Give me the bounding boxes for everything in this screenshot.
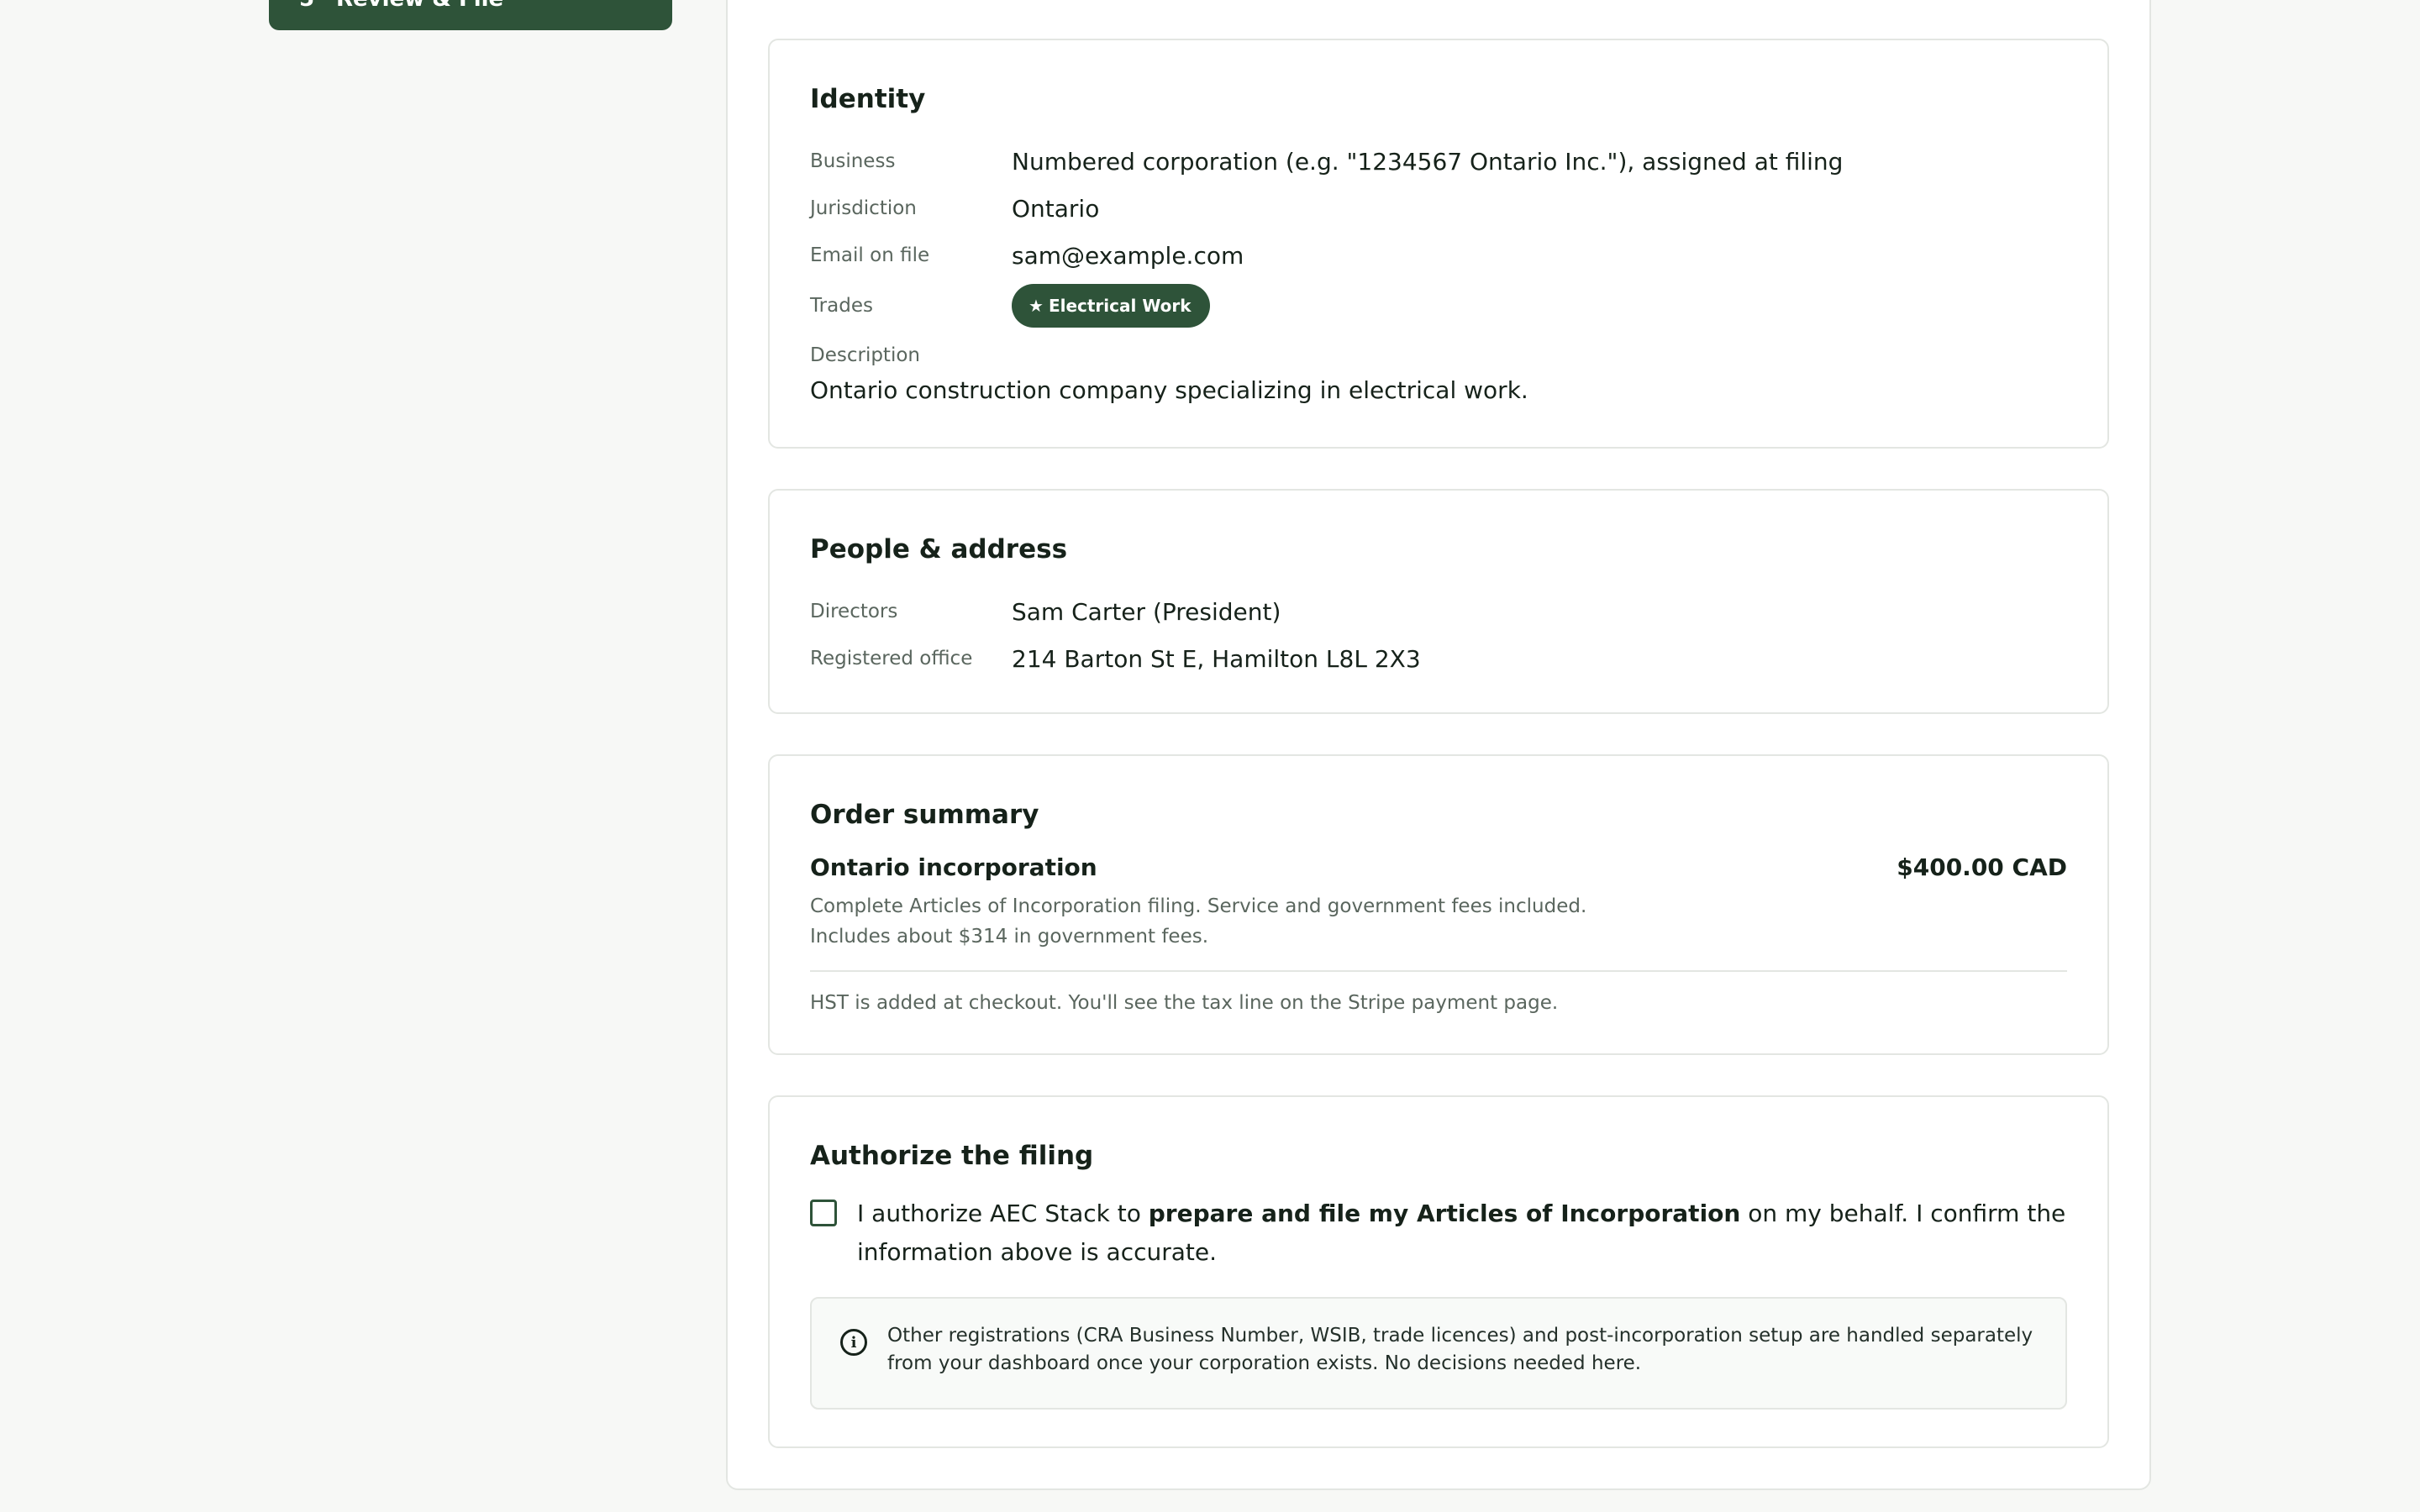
info-icon: i xyxy=(840,1329,867,1357)
order-title: Order summary xyxy=(810,800,1039,830)
identity-title: Identity xyxy=(810,84,926,114)
email-value: sam@example.com xyxy=(1012,241,1244,270)
authorize-title: Authorize the filing xyxy=(810,1141,1094,1171)
jurisdiction-value: Ontario xyxy=(1012,194,1100,223)
authorize-card: Authorize the filing I authorize AEC Sta… xyxy=(768,1095,2109,1448)
business-label: Business xyxy=(810,150,896,173)
order-item-price: $400.00 CAD xyxy=(1897,853,2067,882)
info-text: Other registrations (CRA Business Number… xyxy=(887,1325,2033,1375)
star-icon: ★ xyxy=(1028,296,1044,317)
info-box: i Other registrations (CRA Business Numb… xyxy=(810,1297,2067,1410)
registered-office-row: Registered office 214 Barton St E, Hamil… xyxy=(810,635,2067,682)
stepper-step-review-file[interactable]: 5 Review & File xyxy=(269,0,672,30)
jurisdiction-label: Jurisdiction xyxy=(810,197,917,220)
trade-pill-label: Electrical Work xyxy=(1048,296,1192,317)
directors-label: Directors xyxy=(810,601,898,623)
email-label: Email on file xyxy=(810,244,930,267)
directors-row: Directors Sam Carter (President) xyxy=(810,588,2067,635)
people-address-card: People & address Directors Sam Carter (P… xyxy=(768,489,2109,714)
directors-value: Sam Carter (President) xyxy=(1012,597,1281,626)
order-desc-line-2: Includes about $314 in government fees. xyxy=(810,926,1209,948)
registered-office-label: Registered office xyxy=(810,648,973,670)
order-line: Ontario incorporation $400.00 CAD xyxy=(810,853,2067,881)
authorize-text-bold: prepare and file my Articles of Incorpor… xyxy=(1148,1200,1741,1228)
order-desc-line-1: Complete Articles of Incorporation filin… xyxy=(810,895,1587,918)
trade-pill-electrical-work: ★ Electrical Work xyxy=(1012,284,1210,328)
email-row: Email on file sam@example.com xyxy=(810,232,2067,279)
description-value: Ontario construction company specializin… xyxy=(810,376,1528,405)
step-number: 5 xyxy=(299,0,324,12)
order-item-description: Complete Articles of Incorporation filin… xyxy=(810,891,2067,952)
identity-card: Identity Business Numbered corporation (… xyxy=(768,39,2109,449)
trades-row: Trades ★ Electrical Work xyxy=(810,279,2067,333)
trades-label: Trades xyxy=(810,295,873,318)
jurisdiction-row: Jurisdiction Ontario xyxy=(810,185,2067,232)
order-summary-card: Order summary Ontario incorporation $400… xyxy=(768,754,2109,1055)
page: 5 Review & File Identity Business Number… xyxy=(0,0,2420,1512)
order-divider xyxy=(810,970,2067,973)
authorize-text[interactable]: I authorize AEC Stack to prepare and fil… xyxy=(857,1194,2067,1272)
business-row: Business Numbered corporation (e.g. "123… xyxy=(810,138,2067,185)
tax-note: HST is added at checkout. You'll see the… xyxy=(810,992,1559,1015)
step-label: Review & File xyxy=(336,0,503,12)
authorize-checkbox[interactable] xyxy=(810,1200,837,1227)
registered-office-value: 214 Barton St E, Hamilton L8L 2X3 xyxy=(1012,644,1421,673)
business-value: Numbered corporation (e.g. "1234567 Onta… xyxy=(1012,147,1844,176)
people-title: People & address xyxy=(810,534,1068,564)
description-label: Description xyxy=(810,344,920,367)
authorize-text-prefix: I authorize AEC Stack to xyxy=(857,1200,1149,1228)
authorize-row: I authorize AEC Stack to prepare and fil… xyxy=(810,1194,2067,1272)
order-item-name: Ontario incorporation xyxy=(810,853,1097,882)
